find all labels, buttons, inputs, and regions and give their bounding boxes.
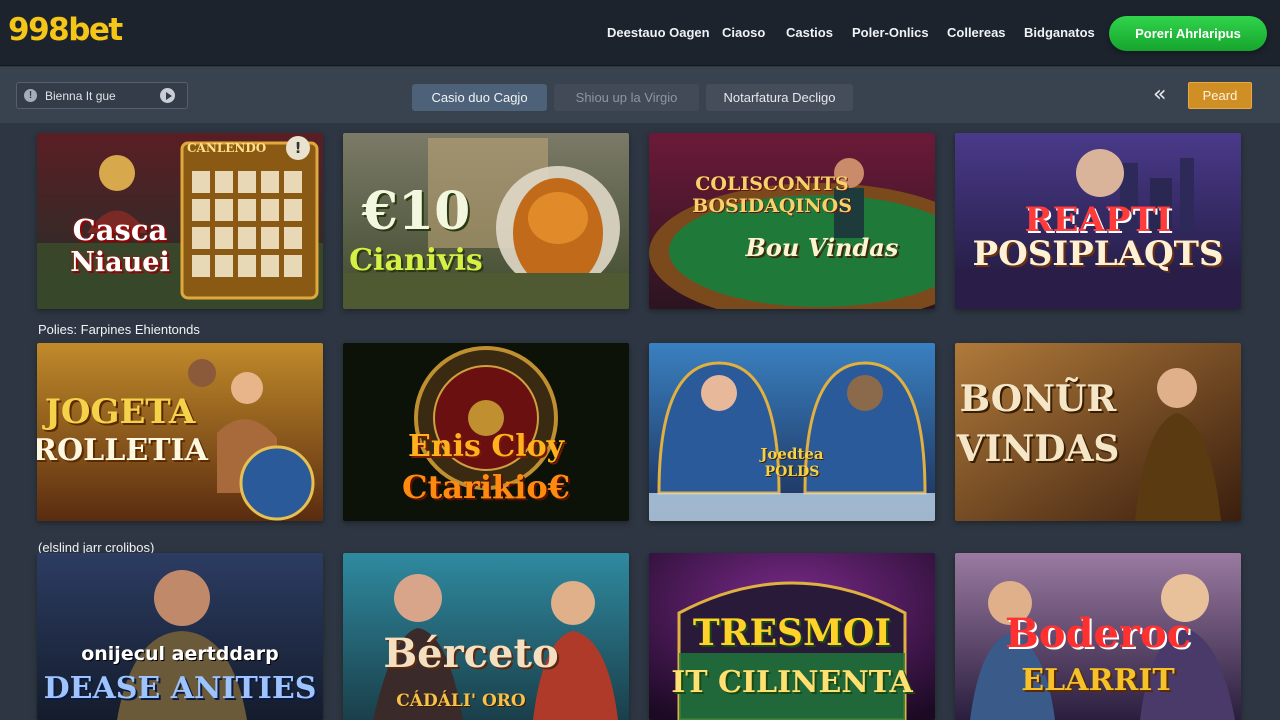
game-title-line2: DEASE ANITIES	[43, 671, 317, 706]
game-title-line2: VINDAS	[956, 428, 1120, 470]
game-title-line2: POLDS	[764, 464, 820, 480]
tab-show[interactable]: Shiou up la Virgio	[554, 84, 699, 111]
play-search-icon[interactable]	[160, 88, 175, 103]
game-title-line2: Ctarikio€	[402, 468, 570, 506]
game-title-line1: TRESMOI	[692, 612, 892, 654]
game-title-line1: Casca	[72, 213, 168, 247]
search-input[interactable]	[45, 88, 160, 103]
game-card-posiplaqts[interactable]: REAPTI POSIPLAQTS	[955, 133, 1241, 309]
game-title-line1: JOGETA	[44, 392, 196, 432]
game-card-bonur-vindas[interactable]: BONŨR VINDAS	[955, 343, 1241, 521]
top-navigation-bar: 998bet Deestauo Oagen Ciaoso Castios Pol…	[0, 0, 1280, 66]
nav-item-6[interactable]: Bidganatos	[1024, 25, 1095, 40]
filter-toolbar: ! Casio duo Cagjo Shiou up la Virgio Not…	[0, 67, 1280, 123]
game-card-tresmoi[interactable]: TRESMOI IT CILINENTA	[649, 553, 935, 720]
info-icon: !	[24, 89, 37, 102]
main-nav: Deestauo Oagen Ciaoso Castios Poler-Onli…	[0, 0, 1280, 66]
search-box: !	[16, 82, 188, 109]
double-chevron-left-icon[interactable]: «	[1153, 83, 1166, 107]
tab-casino[interactable]: Casio duo Cagjo	[412, 84, 547, 111]
game-badge: CANLENDO	[187, 141, 267, 155]
game-card-boderoc[interactable]: Boderoc ELARRIT	[955, 553, 1241, 720]
game-card-enis-cloy[interactable]: Enis Cloy Ctarikio€	[343, 343, 629, 521]
game-title-line2: POSIPLAQTS	[972, 234, 1224, 274]
game-title-line2: IT CILINENTA	[671, 665, 913, 700]
game-art-jogeta	[37, 343, 323, 521]
game-title-line2: BOSIDAQINOS	[692, 195, 852, 217]
nav-item-2[interactable]: Ciaoso	[722, 25, 765, 40]
info-badge-icon[interactable]: !	[286, 136, 310, 160]
game-title-line1: Joedtea	[760, 445, 824, 463]
game-title-line1: COLISCONITS	[695, 173, 849, 195]
game-title-line1: onijecul aertddarp	[81, 643, 279, 665]
tab-notarfatura[interactable]: Notarfatura Decligo	[706, 84, 853, 111]
game-title-line1: €10	[361, 181, 471, 242]
game-art-joedtea	[649, 343, 935, 521]
game-title-line1: Boderoc	[1004, 610, 1191, 657]
nav-item-4[interactable]: Poler-Onlics	[852, 25, 929, 40]
game-title-line2: ROLLETIA	[37, 433, 208, 468]
nav-item-1[interactable]: Deestauo Oagen	[607, 25, 710, 40]
game-title-line1: Bérceto	[383, 630, 559, 677]
game-card-jogeta-rolletia[interactable]: JOGETA ROLLETIA	[37, 343, 323, 521]
signup-cta-button[interactable]: Poreri Ahrlaripus	[1109, 16, 1267, 51]
game-title-line2: ELARRIT	[1021, 663, 1175, 698]
pearl-button[interactable]: Peard	[1188, 82, 1252, 109]
game-title-line2: CÁDÁLI' ORO	[396, 691, 526, 711]
game-art-roulette-table	[649, 133, 935, 309]
nav-item-5[interactable]: Collereas	[947, 25, 1006, 40]
game-title-line1: BONŨR	[959, 378, 1117, 420]
game-card-joedtea-polds[interactable]: Joedtea POLDS	[649, 343, 935, 521]
game-title-line2: Niauei	[70, 247, 170, 278]
game-title-line2: Cianivis	[349, 243, 483, 278]
game-card-dease-anities[interactable]: onijecul aertddarp DEASE ANITIES	[37, 553, 323, 720]
nav-item-3[interactable]: Castios	[786, 25, 833, 40]
game-card-bou-vindas[interactable]: COLISCONITS BOSIDAQINOS Bou Vindas	[649, 133, 935, 309]
game-card-berceto[interactable]: Bérceto CÁDÁLI' ORO	[343, 553, 629, 720]
game-card-casca[interactable]: ! CANLENDO Casca Niauei	[37, 133, 323, 309]
game-subtitle: Bou Vindas	[745, 233, 899, 262]
game-title-line1: Enis Cloy	[407, 429, 565, 464]
game-card-cianivis[interactable]: €10 Cianivis	[343, 133, 629, 309]
section-title-2: Polies: Farpines Ehientonds	[38, 322, 200, 337]
